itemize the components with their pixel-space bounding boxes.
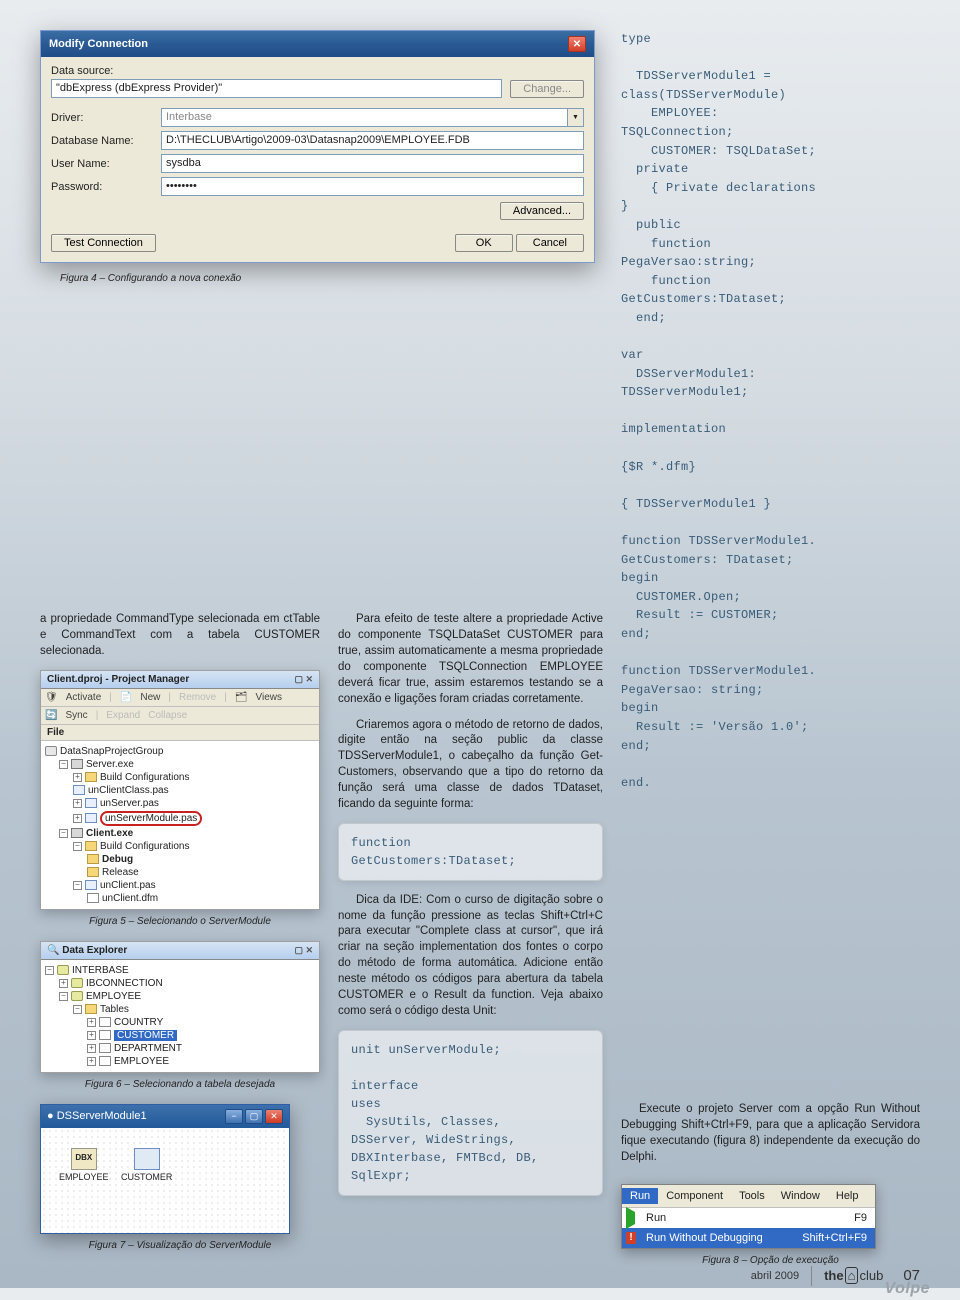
run-menu: Run Component Tools Window Help Run F9 !… xyxy=(621,1184,876,1249)
figure-6-caption: Figura 6 – Selecionando a tabela desejad… xyxy=(40,1079,320,1090)
pm-new[interactable]: New xyxy=(140,692,160,703)
menu-help[interactable]: Help xyxy=(828,1188,867,1204)
close-icon[interactable]: ✕ xyxy=(568,36,586,52)
figure-5-caption: Figura 5 – Selecionando o ServerModule xyxy=(40,916,320,927)
employee-label: EMPLOYEE xyxy=(59,1172,109,1182)
maximize-icon[interactable]: ▢ xyxy=(245,1109,263,1124)
paragraph-3: Criaremos agora o método de retorno de d… xyxy=(338,718,603,813)
paragraph-4: Dica da IDE: Com o curso de digitação so… xyxy=(338,893,603,1020)
de-title: Data Explorer xyxy=(62,945,127,956)
de-selected[interactable]: CUSTOMER xyxy=(114,1030,177,1041)
data-explorer: 🔍 Data Explorer ▢ ✕ −INTERBASE +IBCONNEC… xyxy=(40,941,320,1073)
dbname-field[interactable]: D:\THECLUB\Artigo\2009-03\Datasnap2009\E… xyxy=(161,131,584,150)
driver-label: Driver: xyxy=(51,112,161,124)
page-footer: abril 2009 the⌂club 07 xyxy=(40,1266,920,1286)
menu-window[interactable]: Window xyxy=(773,1188,828,1204)
run-nodbg-icon: ! xyxy=(626,1232,636,1244)
menu-run-item[interactable]: Run F9 xyxy=(622,1208,875,1228)
pm-activate[interactable]: Activate xyxy=(66,692,102,703)
minimize-icon[interactable]: − xyxy=(225,1109,243,1124)
pm-views[interactable]: Views xyxy=(256,692,283,703)
customer-label: CUSTOMER xyxy=(121,1172,172,1182)
pass-label: Password: xyxy=(51,181,161,193)
pm-remove: Remove xyxy=(179,692,216,703)
employee-component-icon[interactable] xyxy=(71,1148,97,1170)
watermark: Volpe xyxy=(885,1280,930,1298)
pm-file-header: File xyxy=(41,725,319,741)
ss-title: DSServerModule1 xyxy=(57,1110,147,1122)
advanced-button[interactable]: Advanced... xyxy=(500,202,584,220)
dbname-label: Database Name: xyxy=(51,135,161,147)
pass-field[interactable]: •••••••• xyxy=(161,177,584,196)
issue-date: abril 2009 xyxy=(751,1270,799,1282)
customer-component-icon[interactable] xyxy=(134,1148,160,1170)
menu-run-without-debugging[interactable]: ! Run Without Debugging Shift+Ctrl+F9 xyxy=(622,1228,875,1248)
figure-8-caption: Figura 8 – Opção de execução xyxy=(621,1255,920,1266)
pm-selected-item[interactable]: unServerModule.pas xyxy=(100,811,202,826)
pm-sync[interactable]: Sync xyxy=(65,710,87,721)
change-button[interactable]: Change... xyxy=(510,80,584,98)
code-unit: unit unServerModule; interface uses SysU… xyxy=(338,1030,603,1196)
chevron-down-icon[interactable]: ▼ xyxy=(568,108,584,127)
menu-component[interactable]: Component xyxy=(658,1188,731,1204)
pm-title: Client.dproj - Project Manager xyxy=(47,674,189,685)
paragraph-2: Para efeito de teste altere a propriedad… xyxy=(338,612,603,707)
pm-collapse: Collapse xyxy=(148,710,187,721)
code-function: function GetCustomers:TDataset; xyxy=(338,823,603,881)
servermodule-window: ● DSServerModule1 − ▢ ✕ EMPLOYEE CUSTOME… xyxy=(40,1104,290,1234)
modify-connection-dialog: Modify Connection ✕ Data source: "dbExpr… xyxy=(40,30,595,263)
paragraph-1: a propriedade CommandType selecionada em… xyxy=(40,612,320,660)
user-field[interactable]: sysdba xyxy=(161,154,584,173)
driver-field[interactable]: Interbase xyxy=(161,108,568,127)
paragraph-5: Execute o projeto Server com a opção Run… xyxy=(621,1102,920,1165)
dialog-title: Modify Connection xyxy=(49,38,148,50)
menu-tools[interactable]: Tools xyxy=(731,1188,773,1204)
figure-7-caption: Figura 7 – Visualização do ServerModule xyxy=(40,1240,320,1251)
project-manager: Client.dproj - Project Manager ▢ ✕ 🛡Acti… xyxy=(40,670,320,910)
pm-expand: Expand xyxy=(106,710,140,721)
user-label: User Name: xyxy=(51,158,161,170)
data-source-label: Data source: xyxy=(51,65,584,77)
play-icon xyxy=(626,1207,635,1229)
data-source-value: "dbExpress (dbExpress Provider)" xyxy=(51,79,502,98)
menu-run-tab[interactable]: Run xyxy=(622,1188,658,1204)
close-icon[interactable]: ✕ xyxy=(265,1109,283,1124)
